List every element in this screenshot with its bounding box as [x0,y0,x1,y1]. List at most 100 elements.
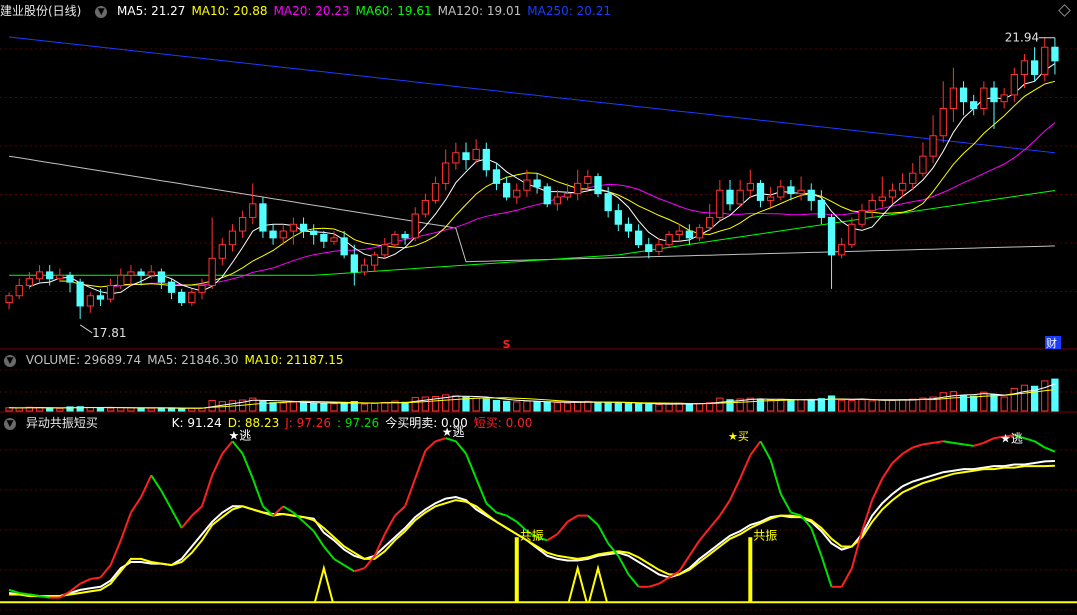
j-line-segment [109,539,122,566]
candle-body [929,135,937,157]
candle-body [310,230,318,235]
candle-body [249,203,257,218]
volume-bar [208,399,216,412]
volume-bar [634,403,643,412]
candle-body [787,186,795,195]
candle-body [1000,94,1008,103]
candle-body [563,193,572,198]
j-line-segment [211,453,224,476]
j-line-segment [627,573,640,588]
j-line-segment [424,440,437,452]
candle-body [411,213,419,239]
candle-body [675,230,683,235]
stock-chart[interactable]: 21.94 17.81 S 财共振 共振 ★逃 ★逃 ★逃 ★买 [0,0,1077,615]
j-line-segment [719,499,731,517]
volume-bar [269,402,277,412]
candle-body [5,295,13,304]
volume-bar [492,399,501,412]
volume-bar [1010,387,1018,412]
volume-bar [482,398,490,412]
candle-body [1041,46,1049,75]
j-line-segment [394,505,406,517]
candle-body [817,199,826,218]
low-price-label: 17.81 [92,326,126,340]
volume-bar [320,402,328,412]
candle-body [462,152,470,161]
candle-body [736,189,744,205]
j-line-segment [963,443,974,447]
candle-body [25,278,34,287]
volume-bar [96,407,105,412]
candle-body [553,196,562,205]
candle-body [513,189,521,198]
candle-body [370,254,379,266]
candle-body [848,223,856,246]
j-line-segment [922,441,934,446]
volume-bar [695,402,704,412]
j-line-segment [597,524,610,544]
candle-body [645,244,653,252]
candle-body [665,233,673,246]
j-line-segment [648,582,660,588]
j-line-segment [414,450,427,479]
j-line-segment [729,478,742,501]
candle-body [289,223,298,232]
volume-bar [147,407,155,412]
volume-bar [289,401,298,412]
candle-body [706,216,714,229]
j-line-segment [840,567,853,588]
volume-bar [259,400,267,412]
volume-bar [370,402,379,412]
volume-bar [787,399,795,412]
candle-body [533,179,541,188]
candle-body [198,285,206,293]
j-line-segment [658,576,670,585]
volume-bar [574,401,582,412]
volume-bar [1051,378,1059,412]
volume-bar [523,400,531,412]
j-line-segment [617,555,630,575]
candle-body [492,169,501,184]
volume-bar [645,403,653,412]
candle-body [320,233,328,242]
j-line-segment [160,490,173,510]
volume-bar [299,402,308,412]
j-line-segment [323,545,335,560]
volume-bar [594,401,602,412]
candle-body [959,87,968,103]
candle-body [634,230,643,246]
candle-body [909,172,917,184]
candle-body [228,230,237,246]
volume-bar [878,399,886,412]
j-line-segment [201,475,214,507]
volume-bar [553,402,562,412]
volume-bar [421,396,430,412]
candle-body [797,189,805,195]
candle-body [980,87,988,110]
candle-body [330,237,338,242]
candle-body [452,152,460,164]
candle-body [279,230,287,239]
signal-triangle [567,564,588,603]
candle-body [858,210,866,225]
j-line-segment [170,508,183,529]
high-price-label: 21.94 [1005,31,1039,45]
candle-body [117,274,125,287]
j-line-segment [119,512,132,541]
volume-bar [909,398,917,412]
candle-body [360,264,369,273]
volume-bar [563,402,572,412]
candle-body [868,199,876,212]
candle-body [442,162,450,184]
candle-body [218,244,226,259]
j-line-segment [739,454,752,479]
j-line-segment [820,555,833,588]
candle-body [56,274,64,280]
j-line-segment [779,493,792,513]
j-line-segment [708,514,721,529]
candle-body [614,210,622,225]
volume-bar [411,397,419,412]
candle-body [167,281,176,293]
volume-bar [827,395,836,412]
j-line-segment [383,515,396,535]
